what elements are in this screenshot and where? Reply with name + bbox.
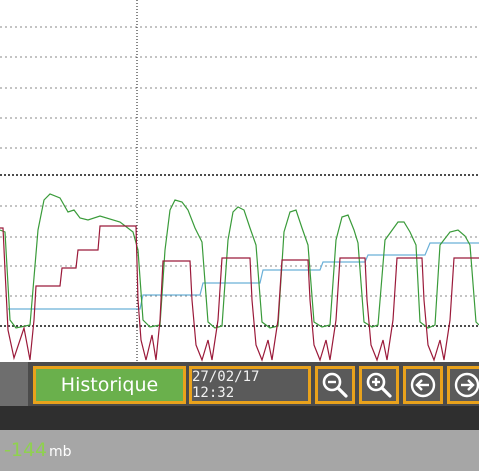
waveform-chart [0, 0, 479, 362]
green-trace [0, 193, 479, 329]
blue-trace [8, 242, 479, 310]
toolbar-side-panel [0, 362, 28, 406]
pressure-unit: mb [49, 444, 72, 460]
historique-button[interactable]: Historique [33, 366, 186, 404]
toolbar: Historique 27/02/17 12:32 [0, 362, 479, 406]
separator-strip [0, 406, 479, 430]
arrow-right-circle-icon [454, 372, 479, 398]
date-time-field[interactable]: 27/02/17 12:32 [189, 366, 311, 404]
gridlines [0, 26, 479, 297]
zoom-in-button[interactable] [359, 366, 399, 404]
threshold-lines [0, 174, 479, 327]
red-trace [0, 225, 479, 362]
status-bar: -144 mb [0, 430, 479, 471]
zoom-out-icon [322, 372, 348, 398]
zoom-out-button[interactable] [315, 366, 355, 404]
pressure-value: -144 [4, 439, 48, 461]
next-button[interactable] [447, 366, 479, 404]
previous-button[interactable] [403, 366, 443, 404]
arrow-left-circle-icon [410, 372, 436, 398]
zoom-in-icon [366, 372, 392, 398]
